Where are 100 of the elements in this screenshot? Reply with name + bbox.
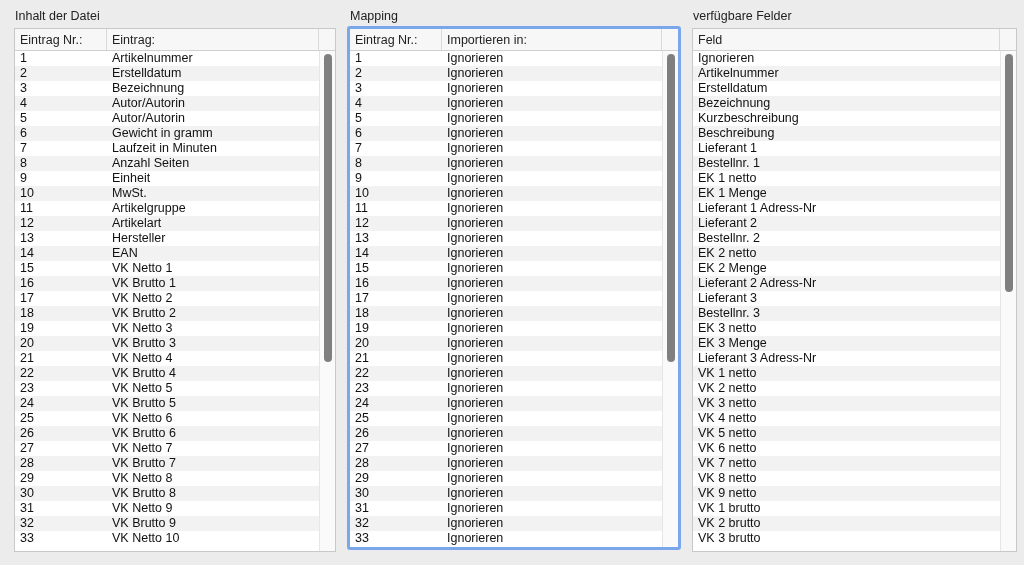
table-cell-text: VK 8 netto: [697, 471, 758, 486]
table-cell-text: 31: [19, 501, 35, 516]
table-cell-text: Bestellnr. 1: [697, 156, 761, 171]
table-cell-text: EK 3 Menge: [697, 336, 768, 351]
table-cell-text: VK 2 netto: [697, 381, 758, 396]
table-cell-text: Ignorieren: [446, 426, 505, 441]
table-cell-text: 4: [354, 96, 363, 111]
table-cell-text: Ignorieren: [446, 111, 505, 126]
table-cell-text: 15: [354, 261, 370, 276]
table-cell-text: EK 2 netto: [697, 246, 758, 261]
table-cell-text: 13: [19, 231, 35, 246]
table-cell-text: 33: [19, 531, 35, 546]
panel-title: Mapping: [349, 8, 399, 25]
table-cell-text: 26: [354, 426, 370, 441]
panel-title: Inhalt der Datei: [14, 8, 101, 25]
table-cell-text: Ignorieren: [446, 501, 505, 516]
table-cell-text: 20: [19, 336, 35, 351]
table-cell-text: VK Netto 5: [111, 381, 174, 396]
table-cell-text: Bestellnr. 3: [697, 306, 761, 321]
table-cell-text: VK Brutto 2: [111, 306, 177, 321]
table-cell-text: Beschreibung: [697, 126, 776, 141]
table-cell-text: Bezeichnung: [111, 81, 186, 96]
table-cell-text: VK 3 brutto: [697, 531, 762, 546]
table-cell-text: Ignorieren: [446, 486, 505, 501]
table-cell-text: 24: [354, 396, 370, 411]
table-cell-text: Ignorieren: [446, 366, 505, 381]
table-cell-text: 25: [19, 411, 35, 426]
table-cell-text: 8: [354, 156, 363, 171]
table-cell-text: 2: [354, 66, 363, 81]
table-cell-text: VK Netto 4: [111, 351, 174, 366]
column-header[interactable]: Importieren in:: [442, 29, 662, 50]
table-cell-text: 29: [19, 471, 35, 486]
table-cell-text: Ignorieren: [446, 456, 505, 471]
table-cell-text: 14: [354, 246, 370, 261]
table-cell-text: 21: [354, 351, 370, 366]
table-cell-text: 28: [354, 456, 370, 471]
table-cell-text: 13: [354, 231, 370, 246]
table-cell-text: VK Netto 2: [111, 291, 174, 306]
table-cell-text: EK 1 netto: [697, 171, 758, 186]
table-cell-text: 12: [19, 216, 35, 231]
table-cell-text: EK 1 Menge: [697, 186, 768, 201]
table-cell-text: EK 2 Menge: [697, 261, 768, 276]
table-cell-text: Ignorieren: [446, 81, 505, 96]
table-cell-text: VK 6 netto: [697, 441, 758, 456]
table-cell-text: Autor/Autorin: [111, 96, 186, 111]
table-cell-text: 17: [354, 291, 370, 306]
table-cell-text: 19: [19, 321, 35, 336]
table-cell-text: Ignorieren: [446, 231, 505, 246]
table-cell-text: 14: [19, 246, 35, 261]
table-cell-text: Lieferant 1: [697, 141, 759, 156]
table-cell-text: Ignorieren: [446, 516, 505, 531]
table-cell-text: 21: [19, 351, 35, 366]
table-cell-text: Einheit: [111, 171, 152, 186]
table-cell-text: 22: [19, 366, 35, 381]
table-cell-text: VK Netto 1: [111, 261, 174, 276]
table-cell-text: 23: [19, 381, 35, 396]
column-header[interactable]: Eintrag:: [107, 29, 319, 50]
table-cell-text: Artikelart: [111, 216, 163, 231]
scrollbar-thumb[interactable]: [666, 54, 675, 362]
table-cell-text: 19: [354, 321, 370, 336]
table-cell-text: 29: [354, 471, 370, 486]
table[interactable]: [14, 28, 336, 552]
table-cell-text: VK Netto 3: [111, 321, 174, 336]
table-cell-text: Lieferant 1 Adress-Nr: [697, 201, 818, 216]
table-cell-text: Ignorieren: [446, 171, 505, 186]
table-cell-text: 20: [354, 336, 370, 351]
table[interactable]: [347, 26, 681, 550]
table-cell-text: 32: [354, 516, 370, 531]
table-cell-text: Ignorieren: [446, 201, 505, 216]
table-cell-text: Anzahl Seiten: [111, 156, 191, 171]
table-cell-text: Ignorieren: [446, 246, 505, 261]
scrollbar-thumb[interactable]: [1004, 54, 1013, 292]
table-cell-text: VK Netto 7: [111, 441, 174, 456]
table-cell-text: Hersteller: [111, 231, 167, 246]
table-cell-text: 28: [19, 456, 35, 471]
table-cell-text: 15: [19, 261, 35, 276]
table-cell-text: 32: [19, 516, 35, 531]
table-cell-text: EK 3 netto: [697, 321, 758, 336]
table-cell-text: 6: [354, 126, 363, 141]
table-cell-text: 12: [354, 216, 370, 231]
table-cell-text: VK Brutto 6: [111, 426, 177, 441]
table-cell-text: Autor/Autorin: [111, 111, 186, 126]
column-header[interactable]: Eintrag Nr.:: [350, 29, 442, 50]
table-cell-text: VK Brutto 7: [111, 456, 177, 471]
table-cell-text: VK 9 netto: [697, 486, 758, 501]
table-cell-text: VK Netto 6: [111, 411, 174, 426]
table-cell-text: 27: [19, 441, 35, 456]
table-cell-text: Ignorieren: [446, 96, 505, 111]
table-cell-text: 18: [19, 306, 35, 321]
table-cell-text: 33: [354, 531, 370, 546]
table-cell-text: VK Netto 10: [111, 531, 181, 546]
table-cell-text: VK Brutto 4: [111, 366, 177, 381]
column-header[interactable]: Eintrag Nr.:: [15, 29, 107, 50]
table-cell-text: VK Netto 9: [111, 501, 174, 516]
table-cell-text: Ignorieren: [446, 351, 505, 366]
table-cell-text: 16: [354, 276, 370, 291]
table-cell-text: Ignorieren: [446, 186, 505, 201]
table[interactable]: [692, 28, 1017, 552]
scrollbar-thumb[interactable]: [323, 54, 332, 362]
table-cell-text: Ignorieren: [446, 531, 505, 546]
